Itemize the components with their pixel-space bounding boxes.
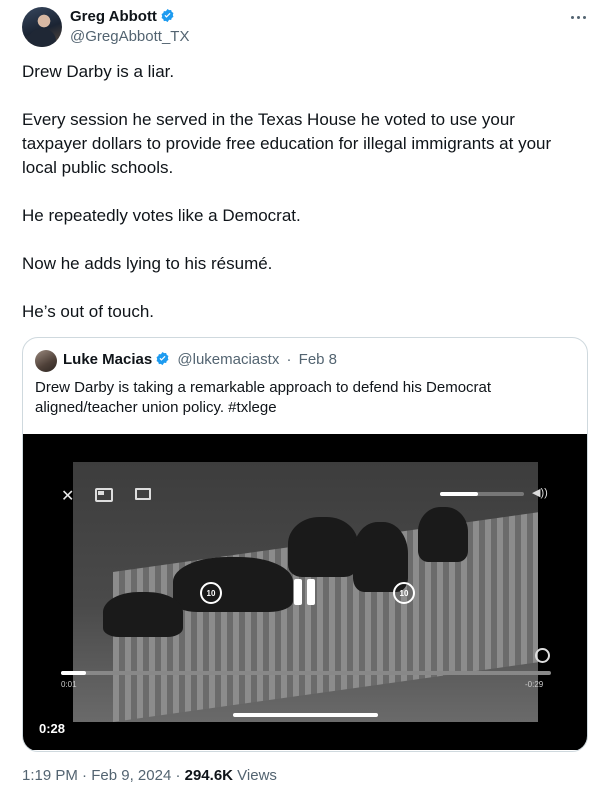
video-scene-figure [288, 517, 358, 577]
author-avatar[interactable] [22, 7, 62, 47]
quoted-tweet[interactable]: Luke Macias @lukemaciastx · Feb 8 Drew D… [22, 337, 588, 752]
tweet-paragraph: Drew Darby is a liar. [22, 62, 175, 81]
video-player[interactable]: ✕ ◀)) 10 10 0:01 -0:29 0:28 [23, 434, 587, 750]
tweet-text: Drew Darby is a liar. Every session he s… [22, 60, 582, 348]
quoted-author-avatar[interactable] [35, 350, 57, 372]
author-handle[interactable]: @GregAbbott_TX [70, 28, 189, 45]
volume-icon[interactable]: ◀)) [532, 486, 548, 499]
cast-icon[interactable] [135, 488, 151, 500]
remaining-time: -0:29 [525, 680, 544, 689]
skip-forward-label: 10 [399, 588, 409, 598]
quoted-author-handle[interactable]: @lukemaciastx [177, 351, 279, 368]
meta-separator: · [82, 767, 88, 784]
tweet-time[interactable]: 1:19 PM [22, 767, 78, 784]
volume-level [440, 492, 478, 496]
quoted-author-name[interactable]: Luke Macias [63, 351, 152, 368]
verified-badge-icon [161, 8, 174, 23]
video-scene-figure [418, 507, 468, 562]
tweet: Greg Abbott @GregAbbott_TX Drew Darby is… [0, 0, 604, 793]
tweet-footer: 1:19 PM · Feb 9, 2024 · 294.6K Views [22, 767, 277, 784]
quoted-tweet-date[interactable]: Feb 8 [299, 351, 337, 368]
quoted-tweet-header: Luke Macias @lukemaciastx · Feb 8 [63, 351, 337, 368]
home-indicator [233, 713, 378, 717]
close-icon[interactable]: ✕ [61, 486, 74, 506]
skip-back-10-icon[interactable]: 10 [200, 582, 222, 604]
playback-speed-icon[interactable] [535, 648, 550, 663]
pause-icon[interactable] [294, 579, 318, 605]
skip-back-label: 10 [206, 588, 216, 598]
tweet-paragraph: Every session he served in the Texas Hou… [22, 110, 552, 177]
more-options-icon[interactable] [566, 6, 590, 28]
video-progress-fill [61, 671, 86, 675]
tweet-paragraph: He repeatedly votes like a Democrat. [22, 206, 301, 225]
picture-in-picture-icon[interactable] [95, 488, 113, 502]
meta-separator: · [175, 767, 181, 784]
video-progress-bar[interactable] [61, 671, 551, 675]
skip-forward-10-icon[interactable]: 10 [393, 582, 415, 604]
volume-slider[interactable] [440, 492, 524, 496]
views-count: 294.6K [184, 767, 233, 784]
meta-separator: · [286, 351, 292, 368]
verified-badge-icon [156, 351, 169, 366]
views-label: Views [237, 767, 277, 784]
author-name[interactable]: Greg Abbott [70, 8, 157, 25]
tweet-paragraph: Now he adds lying to his résumé. [22, 254, 273, 273]
video-scene-figure [103, 592, 183, 637]
author-name-row[interactable]: Greg Abbott [70, 8, 175, 25]
tweet-date[interactable]: Feb 9, 2024 [91, 767, 171, 784]
quoted-tweet-text: Drew Darby is taking a remarkable approa… [35, 379, 492, 416]
video-scene-figure [173, 557, 293, 612]
video-duration-badge: 0:28 [35, 719, 70, 738]
elapsed-time: 0:01 [61, 680, 77, 689]
tweet-paragraph: He’s out of touch. [22, 302, 154, 321]
